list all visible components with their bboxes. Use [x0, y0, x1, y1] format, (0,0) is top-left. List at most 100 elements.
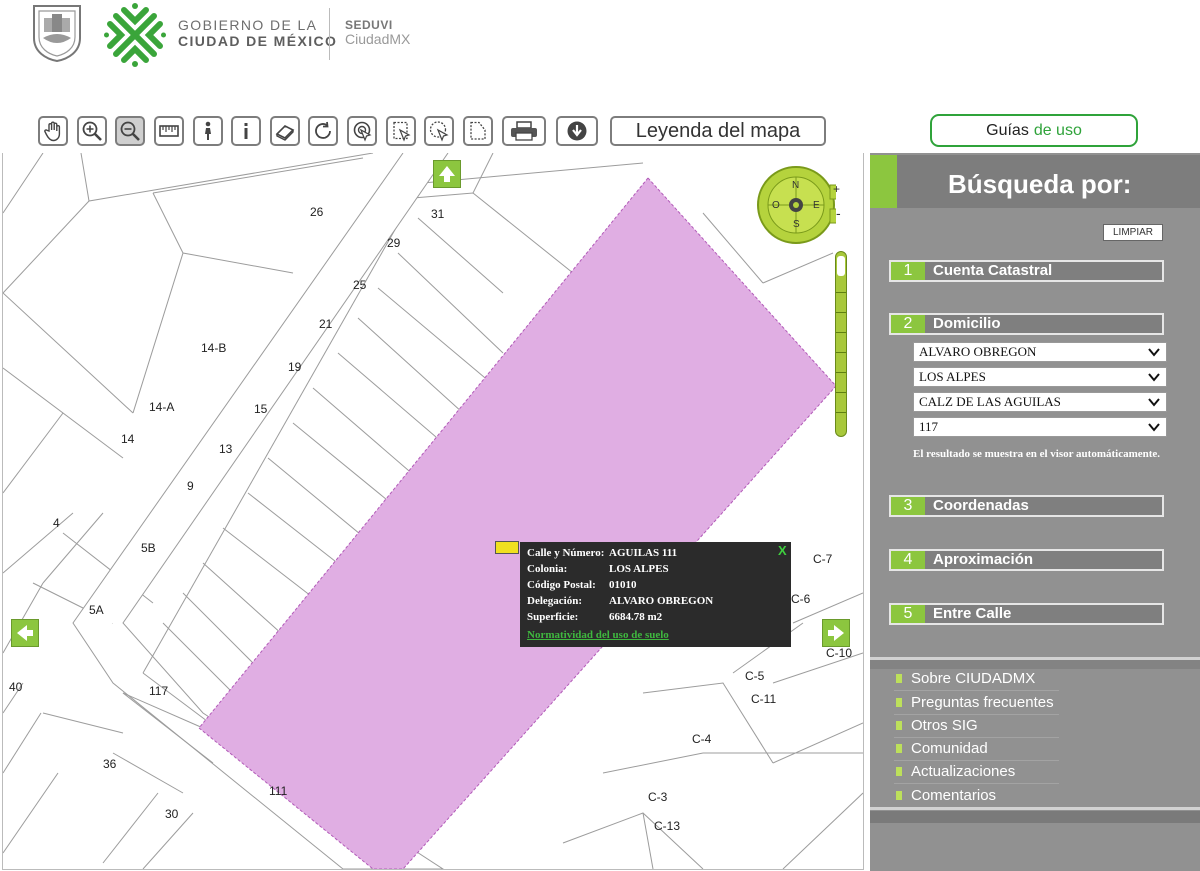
- plot-number: 5A: [89, 603, 104, 617]
- header-accent-bar: [870, 155, 897, 208]
- pan-west-button[interactable]: [11, 619, 39, 647]
- colonia-select[interactable]: LOS ALPES: [913, 367, 1167, 387]
- zoom-tick: [836, 372, 846, 373]
- map-compass[interactable]: N S E O: [756, 165, 843, 245]
- info-tool-button[interactable]: [231, 116, 261, 146]
- delegacion-select[interactable]: ALVARO OBREGON: [913, 342, 1167, 362]
- refresh-tool-button[interactable]: [308, 116, 338, 146]
- plot-number: C-7: [813, 552, 833, 566]
- section-aproximacion[interactable]: 4 Aproximación: [889, 549, 1164, 571]
- select-circle-icon: [429, 121, 449, 142]
- clear-button[interactable]: LIMPIAR: [1103, 224, 1163, 241]
- user-guides-button[interactable]: Guías de uso: [930, 114, 1138, 147]
- plot-number: 9: [187, 479, 194, 493]
- zoom-slider[interactable]: [835, 251, 847, 437]
- location-marker[interactable]: [495, 541, 519, 554]
- eraser-icon: [275, 125, 295, 141]
- pan-icon: [44, 121, 61, 142]
- arrow-up-icon: [439, 166, 455, 182]
- download-tool-button[interactable]: [556, 116, 598, 146]
- popup-close-button[interactable]: X: [778, 543, 787, 558]
- gov-line-1: GOBIERNO DE LA: [178, 17, 318, 33]
- chevron-down-icon: [1148, 423, 1160, 432]
- calle-select[interactable]: CALZ DE LAS AGUILAS: [913, 392, 1167, 412]
- header-divider: [329, 8, 330, 60]
- section-number: 5: [891, 605, 925, 623]
- select-polygon-icon: [470, 121, 486, 140]
- identify-tool-button[interactable]: [347, 116, 377, 146]
- plot-number: 14: [121, 432, 135, 446]
- footer-link-otros-sig[interactable]: Otros SIG: [894, 715, 1059, 738]
- plot-number: 19: [288, 360, 302, 374]
- popup-label: Delegación:: [527, 595, 582, 607]
- plot-number: 111: [269, 784, 288, 798]
- agency-name: SEDUVI: [345, 18, 393, 32]
- select-circle-tool-button[interactable]: [424, 116, 454, 146]
- pan-north-button[interactable]: [433, 160, 461, 188]
- info-icon: [244, 123, 248, 139]
- zoom-in-icon: [82, 121, 102, 141]
- eraser-tool-button[interactable]: [270, 116, 300, 146]
- bullet: [896, 698, 902, 707]
- measure-tool-button[interactable]: [154, 116, 184, 146]
- panel-bottom-band: [870, 811, 1200, 823]
- bullet: [896, 744, 902, 753]
- download-icon: [567, 121, 587, 141]
- select-rectangle-tool-button[interactable]: [386, 116, 416, 146]
- coat-of-arms-logo: [33, 5, 81, 62]
- section-label: Entre Calle: [933, 605, 1012, 622]
- zoom-slider-handle[interactable]: [837, 256, 845, 276]
- zoom-tick: [836, 312, 846, 313]
- plot-number: 117: [149, 684, 169, 698]
- zoom-out-button[interactable]: -: [836, 205, 841, 221]
- footer-link-actualizaciones[interactable]: Actualizaciones: [894, 761, 1059, 784]
- pan-tool-button[interactable]: [38, 116, 68, 146]
- plot-number: 14-B: [201, 341, 227, 355]
- section-domicilio[interactable]: 2 Domicilio: [889, 313, 1164, 335]
- numero-select[interactable]: 117: [913, 417, 1167, 437]
- footer-link-comentarios[interactable]: Comentarios: [894, 785, 1059, 807]
- street-view-icon: [205, 121, 211, 140]
- popup-label: Calle y Número:: [527, 547, 605, 559]
- section-coordenadas[interactable]: 3 Coordenadas: [889, 495, 1164, 517]
- plot-number: 5B: [141, 541, 156, 555]
- plot-number: 25: [353, 278, 367, 292]
- select-polygon-tool-button[interactable]: [463, 116, 493, 146]
- section-number: 4: [891, 551, 925, 569]
- search-panel-header: Búsqueda por:: [870, 155, 1200, 208]
- bullet: [896, 767, 902, 776]
- plot-number: 29: [387, 236, 401, 250]
- cdmx-logo: [104, 3, 166, 67]
- arrow-left-icon: [17, 625, 33, 641]
- footer-link-label: Actualizaciones: [911, 763, 1016, 780]
- compass-north: N: [792, 180, 800, 191]
- section-cuenta-catastral[interactable]: 1 Cuenta Catastral: [889, 260, 1164, 282]
- footer-link-comunidad[interactable]: Comunidad: [894, 738, 1059, 761]
- plot-number: 36: [103, 757, 117, 771]
- zoom-in-tool-button[interactable]: [77, 116, 107, 146]
- guides-label-part2: de uso: [1033, 121, 1082, 139]
- colonia-value: LOS ALPES: [919, 369, 986, 384]
- footer-link-sobre[interactable]: Sobre CIUDADMX: [894, 668, 1059, 691]
- popup-value: AGUILAS 111: [609, 547, 678, 559]
- government-name: GOBIERNO DE LA CIUDAD DE MÉXICO: [178, 17, 337, 49]
- popup-value: LOS ALPES: [609, 563, 669, 575]
- section-label: Cuenta Catastral: [933, 262, 1053, 279]
- zoom-out-tool-button[interactable]: [115, 116, 145, 146]
- zoom-tick: [836, 352, 846, 353]
- pan-east-button[interactable]: [822, 619, 850, 647]
- street-view-tool-button[interactable]: [193, 116, 223, 146]
- map-legend-button[interactable]: Leyenda del mapa: [610, 116, 826, 146]
- footer-link-label: Sobre CIUDADMX: [911, 670, 1036, 687]
- section-label: Aproximación: [933, 551, 1034, 568]
- chevron-down-icon: [1148, 398, 1160, 407]
- print-tool-button[interactable]: [502, 116, 546, 146]
- zoom-in-button[interactable]: +: [833, 182, 840, 196]
- identify-icon: [353, 121, 372, 142]
- map-viewer[interactable]: 26 31 29 25 21 14-B 19 14-A 15 14 13 9 4…: [2, 153, 864, 870]
- section-entre-calle[interactable]: 5 Entre Calle: [889, 603, 1164, 625]
- land-use-regulation-link[interactable]: Normatividad del uso de suelo: [527, 629, 669, 641]
- popup-value: 01010: [609, 579, 637, 591]
- footer-link-faq[interactable]: Preguntas frecuentes: [894, 692, 1059, 715]
- plot-number: C-13: [654, 819, 681, 833]
